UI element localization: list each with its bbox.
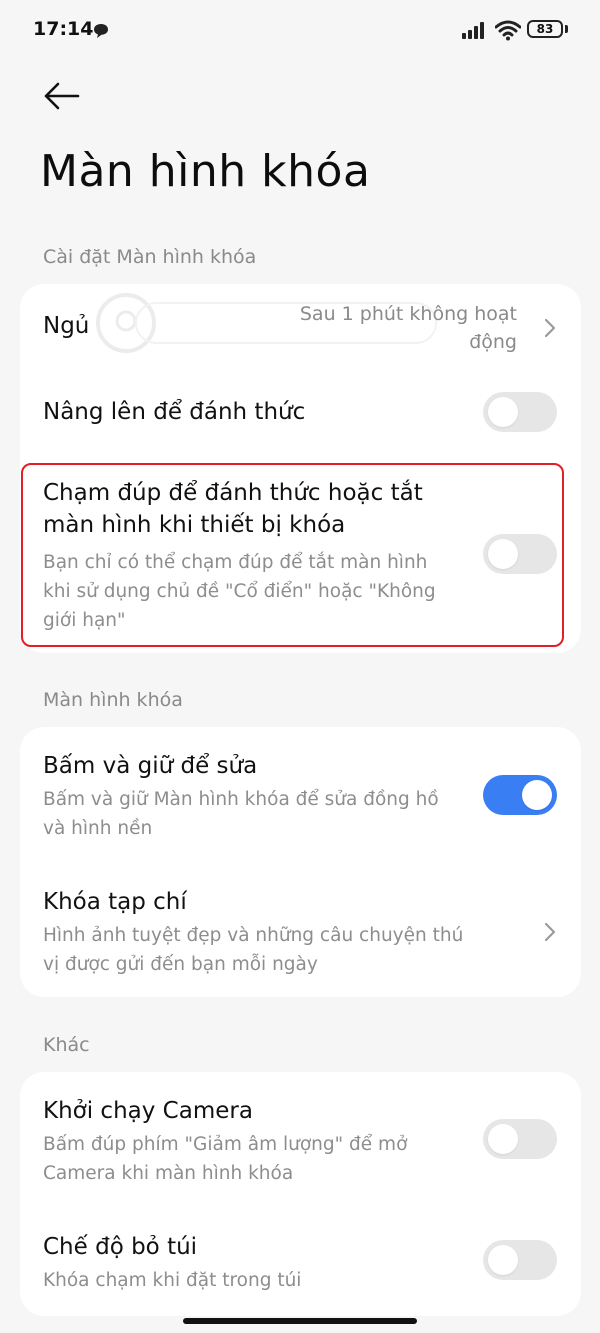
raise-to-wake-title: Nâng lên để đánh thức	[43, 399, 306, 425]
press-hold-edit-description: Bấm và giữ Màn hình khóa để sửa đồng hồ …	[43, 785, 439, 843]
toggle-knob	[488, 397, 518, 427]
pocket-mode-row[interactable]: Chế độ bỏ túi Khóa chạm khi đặt trong tú…	[20, 1212, 581, 1316]
toggle-knob	[488, 1245, 518, 1275]
toggle-knob	[488, 1124, 518, 1154]
wifi-icon	[495, 20, 521, 41]
back-arrow-icon[interactable]	[40, 78, 84, 114]
camera-launch-description: Bấm đúp phím "Giảm âm lượng" để mở Camer…	[43, 1130, 407, 1188]
camera-launch-title: Khởi chạy Camera	[43, 1098, 253, 1124]
camera-sub-line2: Camera khi màn hình khóa	[43, 1163, 294, 1184]
magazine-lock-title: Khóa tạp chí	[43, 889, 187, 915]
sleep-title: Ngủ	[43, 313, 90, 339]
signal-icon	[462, 22, 484, 39]
raise-to-wake-toggle[interactable]	[483, 392, 557, 432]
raise-to-wake-row[interactable]: Nâng lên để đánh thức	[20, 372, 581, 452]
pocket-mode-toggle[interactable]	[483, 1240, 557, 1280]
home-indicator[interactable]	[183, 1318, 417, 1324]
chevron-right-icon	[544, 318, 556, 338]
press-hold-sub-line2: và hình nền	[43, 818, 153, 839]
camera-sub-line1: Bấm đúp phím "Giảm âm lượng" để mở	[43, 1134, 408, 1155]
press-hold-sub-line1: Bấm và giữ Màn hình khóa để sửa đồng hồ	[43, 789, 439, 810]
battery-tip	[565, 25, 568, 33]
lock-screen-card: Bấm và giữ để sửa Bấm và giữ Màn hình kh…	[20, 727, 581, 997]
camera-launch-row[interactable]: Khởi chạy Camera Bấm đúp phím "Giảm âm l…	[20, 1072, 581, 1202]
battery-indicator: 83	[527, 20, 563, 38]
page-title: Màn hình khóa	[40, 146, 371, 197]
status-time: 17:14	[33, 18, 94, 40]
pocket-mode-description: Khóa chạm khi đặt trong túi	[43, 1270, 302, 1291]
magazine-sub-line1: Hình ảnh tuyệt đẹp và những câu chuyện t…	[43, 925, 464, 946]
toggle-knob	[522, 780, 552, 810]
pocket-mode-title: Chế độ bỏ túi	[43, 1234, 198, 1260]
magazine-lock-description: Hình ảnh tuyệt đẹp và những câu chuyện t…	[43, 921, 463, 979]
status-bar: 17:14 83	[0, 0, 600, 60]
camera-launch-toggle[interactable]	[483, 1119, 557, 1159]
magazine-lock-row[interactable]: Khóa tạp chí Hình ảnh tuyệt đẹp và những…	[20, 867, 581, 997]
press-hold-edit-title: Bấm và giữ để sửa	[43, 753, 258, 779]
section-label-lock-screen: Màn hình khóa	[43, 689, 183, 711]
message-icon	[94, 24, 108, 38]
magazine-sub-line2: vị được gửi đến bạn mỗi ngày	[43, 954, 318, 975]
watermark-logo	[96, 293, 437, 353]
press-hold-edit-toggle[interactable]	[483, 775, 557, 815]
section-label-lock-settings: Cài đặt Màn hình khóa	[43, 246, 257, 268]
chevron-right-icon	[544, 922, 556, 942]
other-card: Khởi chạy Camera Bấm đúp phím "Giảm âm l…	[20, 1072, 581, 1316]
section-label-other: Khác	[43, 1034, 90, 1056]
press-hold-edit-row[interactable]: Bấm và giữ để sửa Bấm và giữ Màn hình kh…	[20, 727, 581, 855]
battery-level: 83	[536, 22, 554, 36]
highlight-box	[21, 463, 564, 647]
